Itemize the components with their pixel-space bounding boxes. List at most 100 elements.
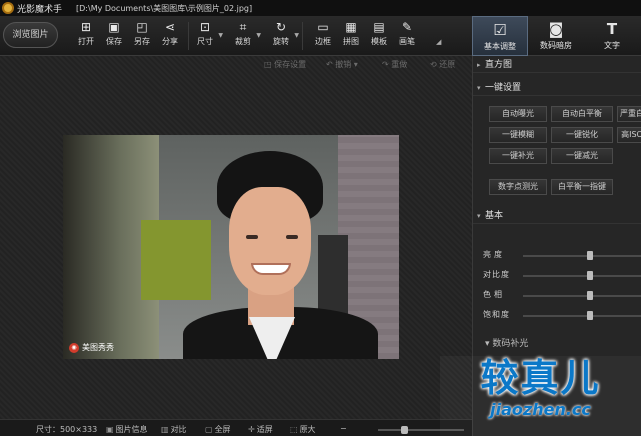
restore-label: 还原: [439, 60, 456, 69]
open-button[interactable]: ⊞ 打开: [71, 18, 101, 52]
text-icon: T: [606, 20, 618, 38]
app-logo-icon: [2, 2, 14, 14]
save-as-button[interactable]: ◰ 另存: [127, 18, 157, 52]
rotate-icon: ↻: [275, 20, 287, 34]
spot-metering-button[interactable]: 数字点测光: [489, 179, 547, 195]
compare-icon: ▥: [161, 425, 169, 434]
resize-icon: ⊡: [199, 20, 211, 34]
image-info-button[interactable]: ▣ 图片信息: [106, 424, 148, 435]
collage-icon: ▦: [345, 20, 357, 34]
border-button[interactable]: ▭ 边框: [308, 18, 338, 52]
site-watermark: 较真儿 jiaozhen.cc: [440, 356, 641, 436]
main-toolbar: 浏览图片 ⊞ 打开 ▣ 保存 ◰ 另存 ⋖ 分享 ⊡ 尺寸 ▼ ⌗ 裁剪 ▼ ↻ 旋转 ▼ ▭ 边框 …: [0, 16, 641, 56]
meitu-logo-icon: ◉: [69, 342, 79, 353]
basic-title: 基本: [485, 211, 504, 221]
undo-label: 撤销: [335, 60, 352, 69]
basic-section-header[interactable]: ▾ 基本: [473, 208, 641, 224]
zoom-out-icon[interactable]: −: [340, 424, 347, 433]
fit-screen-label: 适屏: [256, 425, 273, 434]
hue-label: 色相: [483, 290, 505, 299]
template-icon: ▤: [373, 20, 385, 34]
hue-slider[interactable]: [523, 291, 641, 300]
share-label: 分享: [162, 37, 178, 46]
save-as-icon: ◰: [136, 20, 148, 34]
chevron-right-icon: ▸: [477, 61, 481, 69]
contrast-slider[interactable]: [523, 271, 641, 280]
status-bar: 尺寸：500×333 ▣ 图片信息 ▥ 对比 ▢ 全屏 ✛ 适屏 ⬚ 原大 −: [0, 419, 472, 436]
auto-exposure-button[interactable]: 自动曝光: [489, 106, 547, 122]
border-icon: ▭: [317, 20, 329, 34]
folder-icon: ⊞: [80, 20, 92, 34]
one-click-fill-light-button[interactable]: 一键补光: [489, 148, 547, 164]
compare-button[interactable]: ▥ 对比: [161, 424, 187, 435]
photo-eye-right: [286, 235, 298, 239]
one-click-sharpen-button[interactable]: 一键锐化: [551, 127, 613, 143]
save-settings-button[interactable]: ◳ 保存设置: [264, 59, 306, 70]
more-tools-icon[interactable]: ◢: [436, 38, 441, 46]
one-click-blur-button[interactable]: 一键模糊: [489, 127, 547, 143]
restore-button[interactable]: ⟲ 还原: [430, 59, 455, 70]
tab-text[interactable]: T 文字: [584, 16, 640, 56]
brightness-slider[interactable]: [523, 251, 641, 260]
fit-screen-button[interactable]: ✛ 适屏: [248, 424, 273, 435]
brightness-slider-knob[interactable]: [587, 251, 593, 260]
undo-button[interactable]: ↶ 撤销 ▾: [326, 59, 358, 70]
adjust-icon: ☑: [493, 21, 507, 39]
high-iso-button[interactable]: 高ISO: [617, 127, 641, 143]
canvas-toolbar: ◳ 保存设置 ↶ 撤销 ▾ ↷ 重做 ⟲ 还原: [0, 56, 472, 73]
app-title: 光影魔术手: [17, 4, 63, 15]
redo-button[interactable]: ↷ 重做: [382, 59, 407, 70]
site-watermark-url: jiaozhen.cc: [490, 400, 591, 419]
photo-face: [229, 187, 311, 295]
chevron-down-icon[interactable]: ▼: [256, 32, 261, 39]
tab-basic-adjust-label: 基本调整: [484, 42, 516, 51]
hue-slider-knob[interactable]: [587, 291, 593, 300]
auto-white-balance-button[interactable]: 自动白平衡: [551, 106, 613, 122]
saturation-label: 饱和度: [483, 310, 510, 319]
crop-label: 裁剪: [235, 37, 251, 46]
actual-size-icon: ⬚: [290, 425, 298, 434]
brush-button[interactable]: ✎ 画笔: [392, 18, 422, 52]
redo-label: 重做: [391, 60, 408, 69]
chevron-down-icon[interactable]: ▼: [294, 32, 299, 39]
save-settings-label: 保存设置: [274, 60, 307, 69]
crop-button[interactable]: ⌗ 裁剪 ▼: [228, 18, 261, 52]
collage-button[interactable]: ▦ 拼图: [336, 18, 366, 52]
save-button[interactable]: ▣ 保存: [99, 18, 129, 52]
browse-images-button[interactable]: 浏览图片: [3, 22, 58, 48]
contrast-label: 对比度: [483, 270, 510, 279]
fill-light-section-header[interactable]: ▾ 数码补光: [473, 336, 641, 354]
histogram-section-header[interactable]: ▸ 直方图: [473, 57, 641, 73]
contrast-slider-knob[interactable]: [587, 271, 593, 280]
save-label: 保存: [106, 37, 122, 46]
actual-size-button[interactable]: ⬚ 原大: [290, 424, 316, 435]
save-as-label: 另存: [134, 37, 150, 46]
zoom-slider-knob[interactable]: [401, 426, 408, 434]
rotate-button[interactable]: ↻ 旋转 ▼: [266, 18, 299, 52]
photo-eye-left: [246, 235, 258, 239]
tab-basic-adjust[interactable]: ☑ 基本调整: [472, 16, 528, 56]
image-info-label: 图片信息: [115, 425, 148, 434]
toolbar-divider: [302, 22, 303, 50]
chevron-down-icon: ▾: [477, 84, 481, 92]
chevron-down-icon[interactable]: ▼: [218, 32, 223, 39]
oneclick-section-header[interactable]: ▾ 一键设置: [473, 80, 641, 96]
crop-icon: ⌗: [239, 20, 247, 34]
photo-green-panel: [141, 220, 211, 300]
one-click-reduce-light-button[interactable]: 一键减光: [551, 148, 613, 164]
fullscreen-button[interactable]: ▢ 全屏: [205, 424, 231, 435]
camera-icon: ◙: [548, 20, 564, 38]
saturation-slider[interactable]: [523, 311, 641, 320]
saturation-slider-row: 饱和度: [473, 309, 641, 323]
severe-white-button[interactable]: 严重白: [617, 106, 641, 122]
share-button[interactable]: ⋖ 分享: [155, 18, 185, 52]
tab-digital-darkroom[interactable]: ◙ 数码暗房: [528, 16, 584, 56]
white-balance-picker-button[interactable]: 白平衡一指键: [551, 179, 613, 195]
oneclick-title: 一键设置: [485, 83, 522, 93]
saturation-slider-knob[interactable]: [587, 311, 593, 320]
resize-label: 尺寸: [197, 37, 213, 46]
resize-button[interactable]: ⊡ 尺寸 ▼: [190, 18, 223, 52]
image-size: 尺寸：500×333: [36, 425, 98, 434]
info-icon: ▣: [106, 425, 114, 434]
template-button[interactable]: ▤ 模板: [364, 18, 394, 52]
